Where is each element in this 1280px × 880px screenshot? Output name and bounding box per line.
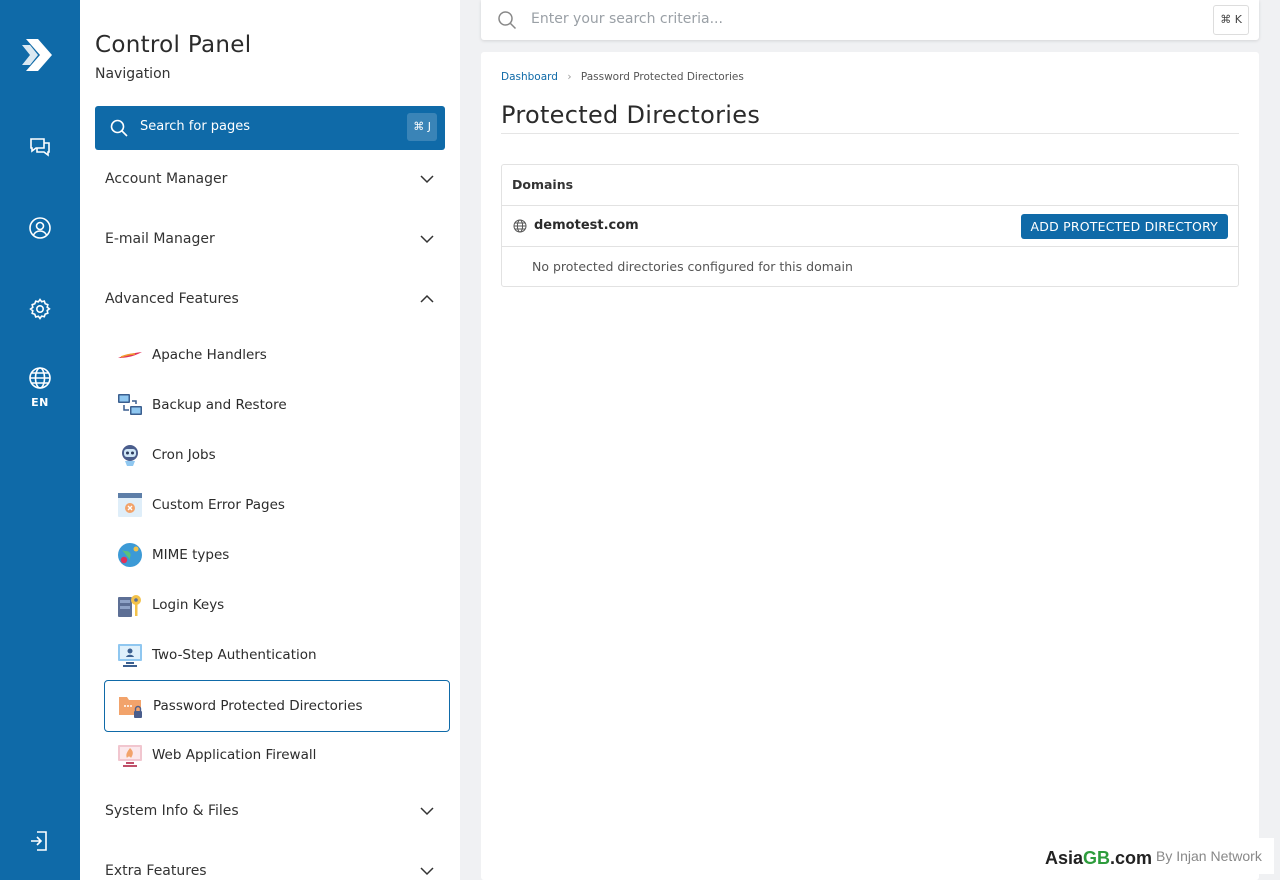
domains-table-header: Domains (502, 165, 1238, 206)
robot-icon (122, 445, 138, 466)
breadcrumb-separator-icon: › (567, 71, 572, 83)
nav-title: Control Panel (95, 32, 252, 58)
watermark-brand-suffix: .com (1110, 848, 1153, 868)
breadcrumb-current: Password Protected Directories (580, 71, 744, 83)
nav-search-placeholder: Search for pages (140, 119, 251, 134)
nav-item-label: Apache Handlers (152, 347, 267, 363)
chevron-down-icon (420, 175, 434, 184)
chevron-down-icon (420, 235, 434, 244)
watermark-tagline: By Injan Network (1156, 848, 1262, 864)
watermark-brand: AsiaGB.com (1045, 848, 1152, 869)
section-label: E-mail Manager (105, 231, 215, 247)
section-label: Extra Features (105, 863, 207, 879)
breadcrumb-dashboard-link[interactable]: Dashboard (501, 71, 558, 83)
backup-monitors-icon (118, 394, 142, 415)
add-protected-directory-button[interactable]: ADD PROTECTED DIRECTORY (1020, 214, 1228, 239)
nav-item-password-protected-directories[interactable]: Password Protected Directories (104, 680, 450, 732)
section-extra-features[interactable]: Extra Features (105, 860, 435, 880)
domain-name: demotest.com (534, 218, 639, 233)
logo-icon[interactable] (22, 35, 58, 75)
nav-item-label: MIME types (152, 547, 230, 563)
nav-item-login-keys[interactable]: Login Keys (104, 580, 450, 632)
breadcrumb: Dashboard › Password Protected Directori… (501, 71, 744, 83)
search-icon (498, 11, 517, 30)
key-icon (118, 595, 141, 617)
section-email-manager[interactable]: E-mail Manager (105, 228, 435, 252)
section-system-info-files[interactable]: System Info & Files (105, 800, 435, 824)
user-screen-icon (118, 644, 142, 667)
section-advanced-features[interactable]: Advanced Features (105, 288, 435, 312)
section-account-manager[interactable]: Account Manager (105, 168, 435, 192)
nav-search-button[interactable]: Search for pages ⌘ J (95, 106, 445, 150)
nav-item-two-step-auth[interactable]: Two-Step Authentication (104, 630, 450, 682)
error-page-icon (118, 493, 142, 517)
nav-item-cron-jobs[interactable]: Cron Jobs (104, 430, 450, 482)
nav-item-web-application-firewall[interactable]: Web Application Firewall (104, 730, 450, 782)
nav-subtitle: Navigation (95, 66, 171, 82)
firewall-icon (118, 745, 142, 767)
icon-rail: EN (0, 0, 80, 880)
nav-item-label: Custom Error Pages (152, 497, 285, 513)
locked-folder-icon (119, 697, 142, 718)
section-label: Advanced Features (105, 291, 239, 307)
navigation-panel: Control Panel Navigation Search for page… (80, 0, 460, 880)
nav-item-label: Web Application Firewall (152, 747, 317, 763)
globe-mime-icon (118, 543, 142, 567)
nav-search-shortcut: ⌘ J (407, 113, 437, 141)
chevron-down-icon (420, 867, 434, 876)
title-divider (501, 133, 1239, 134)
globe-icon[interactable] (28, 366, 52, 390)
logout-icon[interactable] (28, 829, 52, 853)
user-icon[interactable] (28, 216, 52, 240)
nav-item-backup-restore[interactable]: Backup and Restore (104, 380, 450, 432)
watermark-brand-prefix: Asia (1045, 848, 1084, 868)
chevron-up-icon (420, 294, 434, 303)
domain-row: demotest.com ADD PROTECTED DIRECTORY (502, 206, 1238, 247)
feather-icon (118, 352, 142, 358)
search-icon (110, 119, 128, 137)
nav-item-label: Backup and Restore (152, 397, 287, 413)
nav-item-label: Cron Jobs (152, 447, 216, 463)
domains-table: Domains demotest.com ADD PROTECTED DIREC… (501, 164, 1239, 287)
empty-state-message: No protected directories configured for … (532, 259, 853, 274)
global-search-shortcut: ⌘ K (1213, 5, 1249, 35)
nav-item-custom-error-pages[interactable]: Custom Error Pages (104, 480, 450, 532)
language-label[interactable]: EN (0, 396, 80, 409)
nav-item-label: Two-Step Authentication (152, 647, 317, 663)
globe-icon (513, 219, 527, 233)
chat-icon[interactable] (28, 134, 52, 158)
nav-item-label: Password Protected Directories (153, 698, 363, 714)
page-title: Protected Directories (501, 101, 761, 129)
chevron-down-icon (420, 807, 434, 816)
nav-item-label: Login Keys (152, 597, 225, 613)
global-search-placeholder: Enter your search criteria... (531, 11, 723, 27)
settings-icon[interactable] (28, 297, 52, 321)
global-search-bar[interactable]: Enter your search criteria... ⌘ K (481, 0, 1259, 40)
main-content: Dashboard › Password Protected Directori… (481, 52, 1259, 880)
nav-item-apache-handlers[interactable]: Apache Handlers (104, 330, 450, 382)
watermark: AsiaGB.com By Injan Network (1040, 838, 1274, 874)
section-label: System Info & Files (105, 803, 239, 819)
nav-item-mime-types[interactable]: MIME types (104, 530, 450, 582)
watermark-brand-highlight: GB (1083, 848, 1111, 868)
section-label: Account Manager (105, 171, 228, 187)
